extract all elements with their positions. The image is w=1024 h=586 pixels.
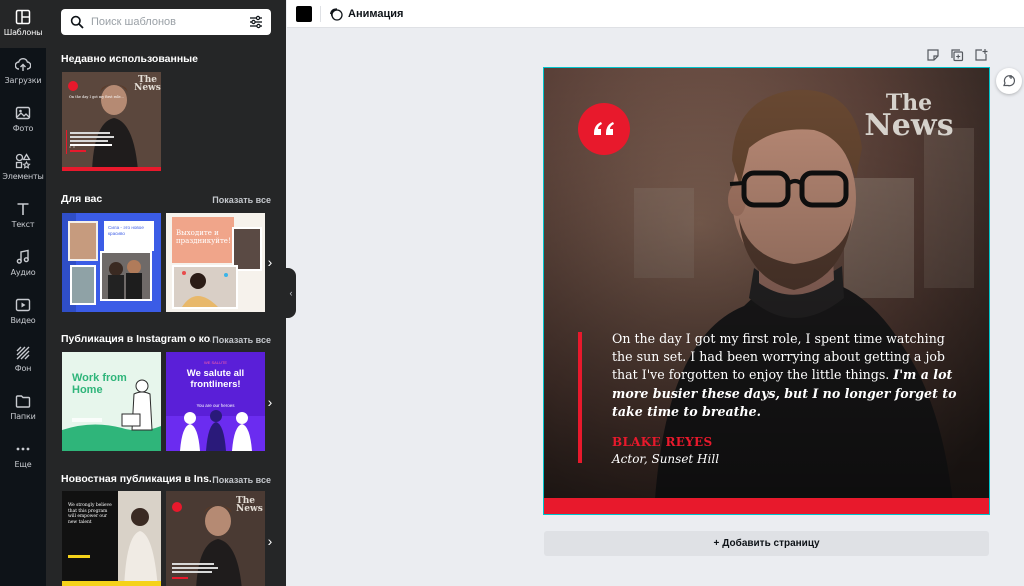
news-template-1[interactable]: We strongly believe that this program wi… [62, 491, 161, 586]
audio-icon [16, 249, 29, 264]
animation-label: Анимация [348, 8, 404, 20]
nav-text-label: Текст [11, 220, 35, 229]
news-1-caption: We strongly believe that this program wi… [68, 503, 112, 525]
nav-video-label: Видео [10, 316, 36, 325]
text-color-swatch[interactable] [296, 6, 312, 22]
nav-elements[interactable]: Элементы [0, 144, 46, 192]
more-icon [16, 447, 30, 451]
svg-text:On the day I got my first role: On the day I got my first role... [69, 95, 124, 99]
nav-uploads[interactable]: Загрузки [0, 48, 46, 96]
nav-audio-label: Аудио [10, 268, 36, 277]
frontliners-kicker: WE SALUTE [203, 360, 228, 365]
nav-more-label: Еще [14, 460, 32, 469]
nav-more[interactable]: Еще [0, 432, 46, 480]
page-note-button[interactable] [926, 48, 940, 62]
for-you-section-title: Для вас [61, 193, 103, 205]
upload-icon [15, 58, 31, 71]
logo-line-2: News [864, 107, 954, 143]
add-page-label: Добавить страницу [722, 538, 820, 549]
nav-folders[interactable]: Папки [0, 384, 46, 432]
nav-elements-label: Элементы [2, 172, 44, 181]
video-icon [15, 298, 31, 312]
nav-text[interactable]: Текст [0, 192, 46, 240]
frontliners-thumb-image [166, 352, 265, 451]
news-show-all[interactable]: Показать все [212, 475, 271, 485]
background-icon [16, 346, 30, 360]
instagram-section-title: Публикация в Instagram о ко... [61, 333, 211, 345]
nav-video[interactable]: Видео [0, 288, 46, 336]
comment-button[interactable] [996, 68, 1022, 94]
instagram-show-all[interactable]: Показать все [212, 335, 271, 345]
for-you-2-caption: Выходите и праздникуйте! [176, 229, 231, 246]
the-news-logo: The News [859, 92, 959, 143]
animation-button[interactable]: Анимация [329, 0, 403, 28]
for-you-template-2[interactable]: Выходите и праздникуйте! [166, 213, 265, 312]
news-template-2[interactable]: The News [166, 491, 265, 586]
editor-toolbar: Анимация [287, 0, 1024, 28]
add-page-button[interactable]: + Добавить страницу [544, 531, 989, 556]
quote-mark-badge [578, 103, 630, 155]
for-you-show-all[interactable]: Показать все [212, 195, 271, 205]
bottom-red-band [544, 498, 989, 514]
chevron-left-icon: ‹ [289, 288, 293, 298]
quote-icon [594, 122, 614, 135]
instagram-next-arrow[interactable]: › [263, 392, 277, 412]
plus-icon: + [713, 538, 720, 549]
nav-uploads-label: Загрузки [4, 76, 42, 85]
recent-template-thumb[interactable]: On the day I got my first role... “ ” Th… [62, 72, 161, 171]
for-you-1-caption: Сила - это новое красиво [108, 225, 144, 236]
toolbar-divider [320, 6, 321, 22]
frontliners-subtitle: You are our heroes [196, 403, 235, 408]
nav-background-label: Фон [14, 364, 32, 373]
work-from-home-title: Work from Home [72, 372, 127, 397]
nav-background[interactable]: Фон [0, 336, 46, 384]
add-page-icon [975, 49, 988, 61]
nav-templates-label: Шаблоны [3, 28, 43, 37]
elements-icon [15, 153, 31, 169]
frontliners-title: We salute all frontliners! [186, 368, 245, 390]
text-icon [17, 203, 29, 215]
nav-templates[interactable]: Шаблоны [0, 0, 46, 48]
news-next-arrow[interactable]: › [263, 531, 277, 551]
news-section-title: Новостная публикация в Ins... [61, 473, 211, 485]
note-icon [927, 49, 939, 61]
page-tools [926, 48, 988, 62]
templates-panel: Недавно использованные On the day I got … [46, 0, 286, 586]
add-page-icon-button[interactable] [974, 48, 988, 62]
filter-icon[interactable] [249, 15, 263, 29]
animation-icon [330, 8, 343, 21]
author-name[interactable]: BLAKE REYES [612, 435, 712, 449]
folder-icon [15, 395, 31, 408]
recent-thumb-logo: The News [134, 75, 161, 94]
template-search-input[interactable] [91, 13, 236, 31]
nav-photos[interactable]: Фото [0, 96, 46, 144]
instagram-template-1[interactable]: Work from Home [62, 352, 161, 451]
nav-folders-label: Папки [10, 412, 36, 421]
nav-photos-label: Фото [12, 124, 34, 133]
template-search-box [61, 9, 271, 35]
templates-icon [15, 9, 31, 25]
nav-audio[interactable]: Аудио [0, 240, 46, 288]
comment-add-icon [1003, 75, 1016, 87]
search-icon [70, 15, 84, 29]
duplicate-icon [951, 49, 964, 62]
quote-text[interactable]: On the day I got my first role, I spent … [612, 330, 967, 421]
work-from-home-thumb-image [62, 352, 161, 451]
author-role[interactable]: Actor, Sunset Hill [612, 452, 719, 466]
party-thumb-image [166, 213, 265, 312]
design-page[interactable]: The News On the day I got my first role,… [543, 67, 990, 515]
left-nav-rail: Шаблоны Загрузки Фото Элементы Текст Ауд… [0, 0, 46, 586]
recent-section-title: Недавно использованные [61, 53, 198, 65]
instagram-template-2[interactable]: WE SALUTE We salute all frontliners! You… [166, 352, 265, 451]
photo-icon [15, 106, 31, 120]
for-you-next-arrow[interactable]: › [263, 252, 277, 272]
quote-accent-bar [578, 332, 582, 463]
for-you-template-1[interactable]: Сила - это новое красиво [62, 213, 161, 312]
collapse-panel-handle[interactable]: ‹ [286, 268, 296, 318]
duplicate-page-button[interactable] [950, 48, 964, 62]
news-2-logo: The News [236, 496, 263, 515]
